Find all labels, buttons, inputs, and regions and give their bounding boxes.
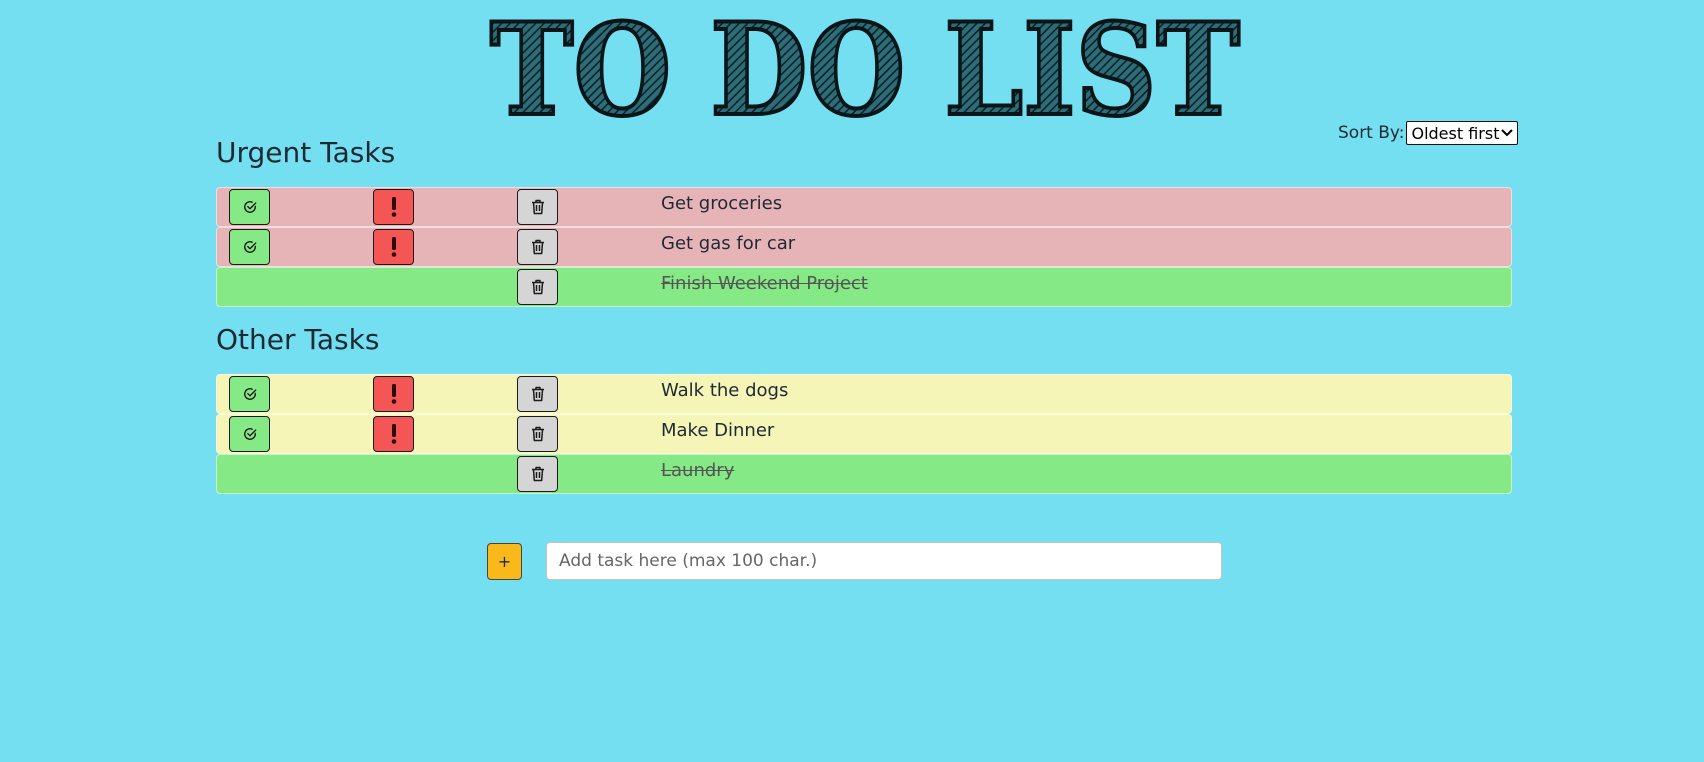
task-row: Make Dinner <box>216 414 1512 454</box>
urgent-section-title: Urgent Tasks <box>216 136 396 169</box>
task-text: Make Dinner <box>661 420 775 441</box>
sort-label: Sort By: <box>1338 123 1405 143</box>
other-section-title: Other Tasks <box>216 323 380 356</box>
urgent-button[interactable] <box>373 416 414 452</box>
todo-app: TO DO LIST Sort By: Oldest first Urgent … <box>0 0 1704 762</box>
delete-button[interactable] <box>517 456 558 492</box>
exclamation-icon <box>391 237 396 257</box>
delete-button[interactable] <box>517 189 558 225</box>
task-row-completed: Laundry <box>216 454 1512 494</box>
trash-icon <box>531 426 544 442</box>
urgent-button[interactable] <box>373 376 414 412</box>
sort-selected-value: Oldest first <box>1411 123 1500 143</box>
trash-icon <box>531 279 544 295</box>
trash-icon <box>531 386 544 402</box>
complete-button[interactable] <box>229 189 270 225</box>
check-circle-icon <box>243 241 256 253</box>
complete-button[interactable] <box>229 416 270 452</box>
task-row-completed: Finish Weekend Project <box>216 267 1512 307</box>
check-circle-icon <box>243 388 256 400</box>
task-text: Get gas for car <box>661 233 796 254</box>
exclamation-icon <box>391 384 396 404</box>
urgent-task-list: Get groceries Get gas for car Finish Wee… <box>216 187 1512 307</box>
logo-text: TO DO LIST <box>490 6 1240 126</box>
task-text: Walk the dogs <box>661 380 789 401</box>
trash-icon <box>531 239 544 255</box>
delete-button[interactable] <box>517 269 558 305</box>
delete-button[interactable] <box>517 376 558 412</box>
urgent-button[interactable] <box>373 189 414 225</box>
other-task-list: Walk the dogs Make Dinner Laundry <box>216 374 1512 494</box>
todo-list-logo: TO DO LIST <box>488 6 1242 126</box>
add-task-input[interactable] <box>546 542 1222 580</box>
complete-button[interactable] <box>229 229 270 265</box>
task-text: Laundry <box>661 460 735 481</box>
chevron-down-icon <box>1501 129 1514 137</box>
check-circle-icon <box>243 201 256 213</box>
exclamation-icon <box>391 424 396 444</box>
trash-icon <box>531 199 544 215</box>
add-task-button[interactable]: + <box>487 543 522 580</box>
check-circle-icon <box>243 428 256 440</box>
task-row: Walk the dogs <box>216 374 1512 414</box>
task-row: Get groceries <box>216 187 1512 227</box>
sort-select[interactable]: Oldest first <box>1406 121 1519 145</box>
delete-button[interactable] <box>517 229 558 265</box>
task-text: Get groceries <box>661 193 783 214</box>
exclamation-icon <box>391 197 396 217</box>
task-row: Get gas for car <box>216 227 1512 267</box>
complete-button[interactable] <box>229 376 270 412</box>
trash-icon <box>531 466 544 482</box>
task-text: Finish Weekend Project <box>661 273 868 294</box>
urgent-button[interactable] <box>373 229 414 265</box>
sort-bar: Sort By: Oldest first <box>1338 121 1519 145</box>
delete-button[interactable] <box>517 416 558 452</box>
